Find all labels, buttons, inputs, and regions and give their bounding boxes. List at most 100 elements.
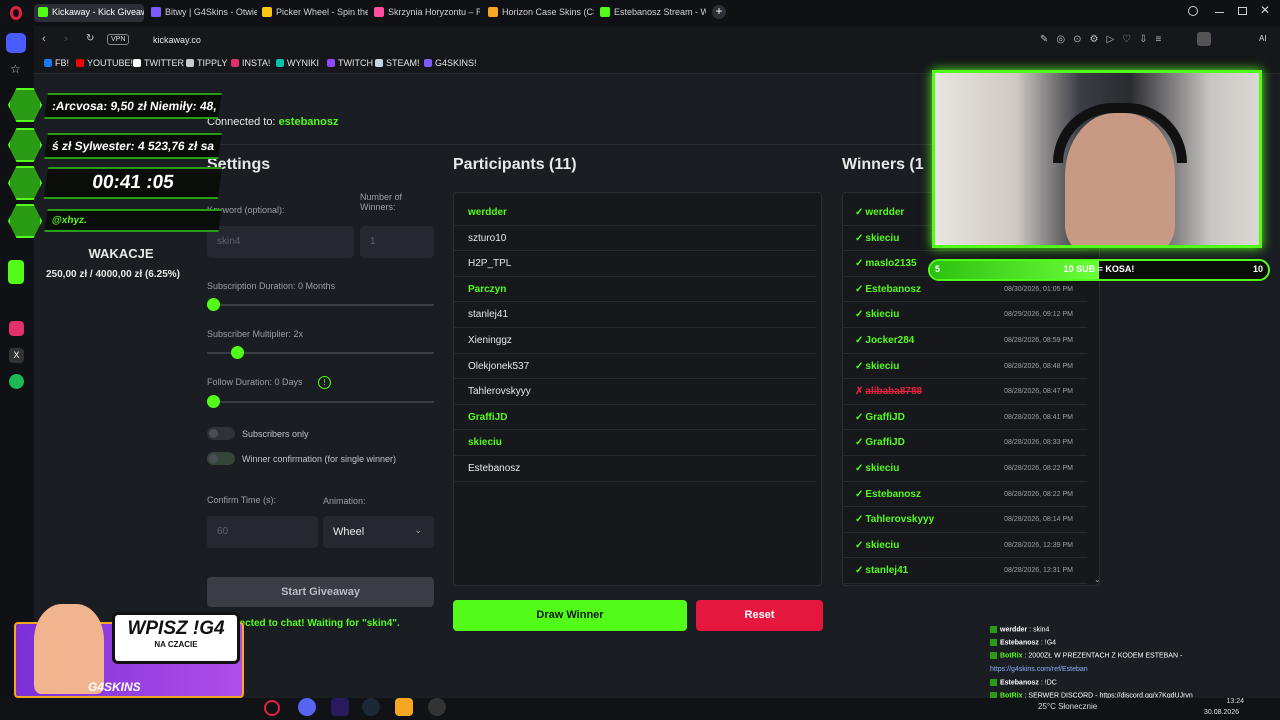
bookmark-6[interactable]: TWITCH [327,58,373,68]
chat-badge-icon [990,626,997,633]
bookmark-0[interactable]: FB! [44,58,69,68]
clock-time: 13:24 [1226,698,1244,705]
toolbar-icons[interactable]: ✎◎⊙⚙▷♡⇩≡ [1040,34,1169,45]
sub-duration-slider[interactable] [207,304,434,306]
back-icon[interactable]: ‹ [42,33,46,45]
tab-0[interactable]: Kickaway - Kick Giveaway [34,4,144,22]
messenger-icon[interactable] [8,260,24,284]
spotify-icon[interactable] [9,374,24,389]
ticker-text-1: :Arcvosa: 9,50 zł Niemiły: 48, [44,93,222,119]
winner-date: 08/29/2026, 09:12 PM [1004,311,1073,319]
info-icon[interactable]: ! [318,376,331,389]
winner-confirmation-toggle[interactable] [207,452,235,465]
app-taskbar-icon[interactable] [395,698,413,716]
close-window-button[interactable]: ✕ [1260,3,1270,17]
chat-text: 2000ZŁ W PREZENTACH Z KODEM ESTEBAN - [1028,652,1183,660]
check-icon: ✓ [855,309,864,321]
reload-icon[interactable]: ↻ [86,33,94,44]
goal-percent: (6.25%) [144,269,180,280]
bookmark-1[interactable]: YOUTUBE! [76,58,133,68]
winner-name: Estebanosz [865,488,921,500]
participants-list: werdder szturo10 H2P_TPL Parczyn stanlej41 Xi… [453,192,822,586]
bookmark-8[interactable]: G4SKINS! [424,58,477,68]
keyword-input[interactable]: skin4 [207,226,354,258]
steam-taskbar-icon[interactable] [362,698,380,716]
tab-label: Kickaway - Kick Giveaway [52,7,144,17]
clock-date: 30.08.2026 [1204,709,1240,716]
winner-row: ✓ Tahlerovskyyy 08/28/2026, 08:14 PM [843,507,1087,533]
tab-2[interactable]: Picker Wheel - Spin the W [258,4,368,22]
home-icon[interactable] [6,33,26,53]
tab-label: Bitwy | G4Skins - Otwieraj [165,7,257,17]
reset-button[interactable]: Reset [696,600,823,631]
sub-multiplier-knob[interactable] [231,346,244,359]
minimize-button[interactable] [1215,12,1224,13]
bookmark-label: YOUTUBE! [87,58,134,68]
handle-text: @xhyz. [44,209,222,232]
winners-list[interactable]: ✓ werdder ✓ skieciu ✓ maslo2135 ✓ Estebanos… [842,192,1100,586]
winner-row: ✓ GraffiJD 08/28/2026, 08:41 PM [843,405,1087,431]
winners-input[interactable]: 1 [360,226,434,258]
bookmark-icon [44,59,52,67]
scroll-down-icon[interactable]: ⌄ [1094,575,1099,584]
confirm-time-label: Confirm Time (s): [207,495,277,505]
tab-3[interactable]: Skrzynia Horyzontu – Ryn [370,4,480,22]
bookmark-7[interactable]: STEAM! [375,58,420,68]
follow-duration-knob[interactable] [207,395,220,408]
bookmark-4[interactable]: INSTA! [231,58,270,68]
vpn-badge[interactable]: VPN [107,34,130,45]
timer-widget: 00:41 :05 [8,166,223,200]
tab-4[interactable]: Horizon Case Skins (CS2 a [484,4,594,22]
tab-favicon-icon [600,7,610,17]
x-icon[interactable]: X [9,348,24,363]
sub-duration-knob[interactable] [207,298,220,311]
check-icon: ✓ [855,514,864,526]
tab-1[interactable]: Bitwy | G4Skins - Otwieraj [147,4,257,22]
tab-label: Horizon Case Skins (CS2 a [502,7,594,17]
opera-logo-icon[interactable] [10,6,22,20]
animation-select[interactable]: Wheel ⌄ [323,516,434,548]
winner-name: GraffiJD [865,411,905,423]
chat-badge-icon [990,652,997,660]
star-icon[interactable]: ☆ [10,62,21,76]
bookmark-icon [327,59,335,67]
bookmark-label: TWITCH [338,58,373,68]
chevron-down-icon: ⌄ [414,525,422,535]
chat-user: werdder [1000,626,1028,634]
profile-icon[interactable] [1197,32,1211,46]
discord-taskbar-icon[interactable] [298,698,316,716]
instagram-icon[interactable] [9,321,24,336]
bookmark-label: WYNIKI [287,58,320,68]
bookmark-5[interactable]: WYNIKI [276,58,319,68]
draw-winner-button[interactable]: Draw Winner [453,600,687,631]
chat-message: BotRix : 2000ZŁ W PREZENTACH Z KODEM EST… [990,652,1183,660]
subscribers-only-label: Subscribers only [242,429,309,439]
headphones [1053,103,1187,163]
winner-row: ✗ alibaba8788 08/28/2026, 08:47 PM [843,379,1087,405]
bookmark-icon [424,59,432,67]
obs-taskbar-icon[interactable] [428,698,446,716]
participant-row: skieciu [454,430,816,456]
crown-icon [8,166,42,200]
subscribers-only-toggle[interactable] [207,427,235,440]
new-tab-button[interactable]: + [712,5,726,19]
url-text[interactable]: kickaway.co [153,35,201,45]
winner-row: ✓ Jocker284 08/28/2026, 08:59 PM [843,328,1087,354]
tab-5[interactable]: Estebanosz Stream - Watc [596,4,706,22]
search-tabs-icon[interactable] [1188,6,1198,16]
opera-taskbar-icon[interactable] [264,700,280,716]
winner-name: skieciu [865,360,900,372]
participant-row: stanlej41 [454,302,816,328]
premiere-taskbar-icon[interactable] [331,698,349,716]
confirm-time-input[interactable]: 60 [207,516,318,548]
forward-icon[interactable]: › [64,33,68,45]
winner-name: skieciu [865,539,900,551]
ai-button[interactable]: AI [1259,34,1267,43]
winner-date: 08/28/2026, 08:59 PM [1004,337,1073,344]
bookmark-2[interactable]: TWITTER [133,58,184,68]
check-icon: ✓ [855,539,864,551]
maximize-button[interactable] [1238,7,1247,15]
tab-favicon-icon [262,7,272,17]
follow-duration-slider[interactable] [207,401,434,403]
bookmark-3[interactable]: TIPPLY [186,58,227,68]
